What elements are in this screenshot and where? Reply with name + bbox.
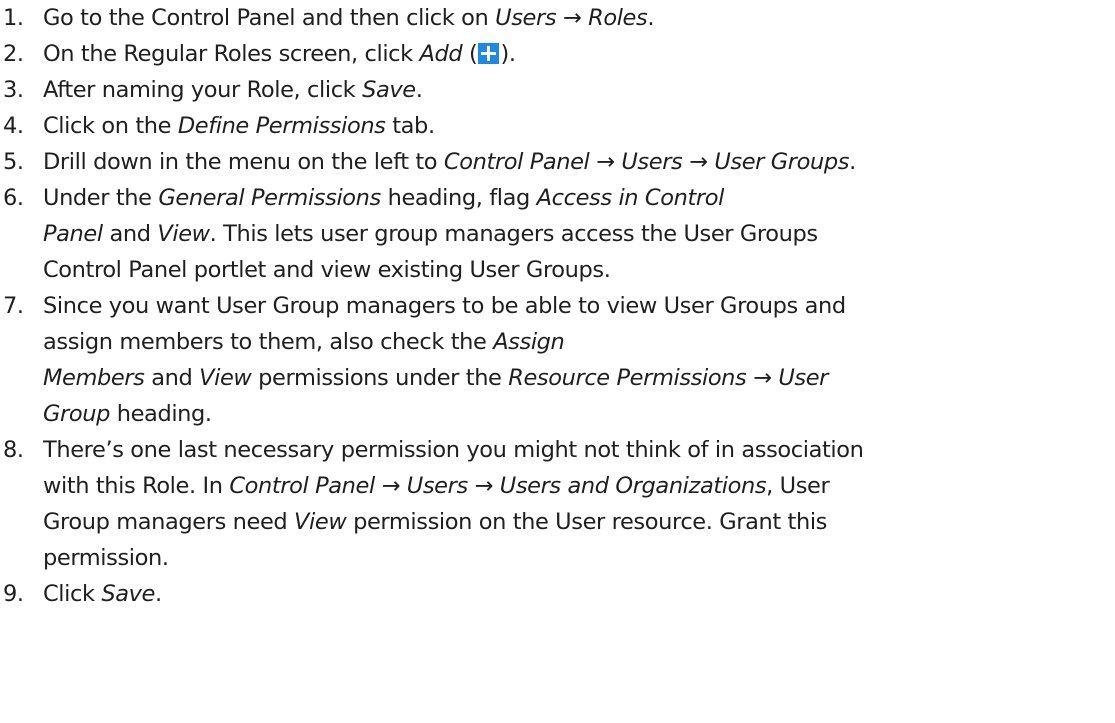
emphasized-term: View <box>199 365 252 391</box>
text-run: tab. <box>385 113 435 139</box>
step-item: 6. Under the General Permissions heading,… <box>3 180 1107 288</box>
steps-list: 1. Go to the Control Panel and then click… <box>3 0 1107 612</box>
text-run: Drill down in the menu on the left to <box>43 149 444 175</box>
text-run: heading, flag <box>380 185 537 211</box>
text-run: Group managers need <box>43 509 295 535</box>
step-text: Click on the Define Permissions tab. <box>43 108 1107 144</box>
text-run: assign members to them, also check the <box>43 329 494 355</box>
step-number: 1. <box>3 5 24 31</box>
emphasized-term: View <box>157 221 210 247</box>
emphasized-term: Define Permissions <box>177 113 386 139</box>
step-text: There’s one last necessary permission yo… <box>43 432 1107 576</box>
text-run: . <box>647 5 655 31</box>
step-item: 5. Drill down in the menu on the left to … <box>3 144 1107 180</box>
text-run: . <box>849 149 856 175</box>
step-item: 9. Click Save. <box>3 576 1107 612</box>
emphasized-term: Save <box>101 581 156 607</box>
text-run: ). <box>500 41 516 67</box>
text-run: Control Panel portlet and view existing … <box>43 257 611 283</box>
step-item: 7. Since you want User Group managers to … <box>3 288 1107 432</box>
step-item: 2. On the Regular Roles screen, click Add… <box>3 36 1107 72</box>
emphasized-term: Users → Roles <box>495 5 648 31</box>
step-item: 4. Click on the Define Permissions tab. <box>3 108 1107 144</box>
text-run: permission. <box>43 545 169 571</box>
text-run: . <box>415 77 423 103</box>
text-run: and <box>144 365 200 391</box>
text-run: , User <box>766 473 830 499</box>
emphasized-term: Add <box>419 41 463 67</box>
text-run: permissions under the <box>251 365 509 391</box>
step-number: 9. <box>3 581 24 607</box>
emphasized-term: Members <box>43 365 145 391</box>
emphasized-term: Control Panel → Users → Users and Organi… <box>229 473 767 499</box>
emphasized-term: Control Panel → Users → User Groups <box>443 149 850 175</box>
text-run: permission on the User resource. Grant t… <box>346 509 827 535</box>
text-run: and <box>102 221 158 247</box>
text-run: Go to the Control Panel and then click o… <box>43 5 496 31</box>
step-item: 8. There’s one last necessary permission … <box>3 432 1107 576</box>
emphasized-term: Access in Control <box>536 185 725 211</box>
step-text: Under the General Permissions heading, f… <box>43 180 1107 288</box>
step-text: Click Save. <box>43 576 1107 612</box>
emphasized-term: View <box>294 509 347 535</box>
text-run: heading. <box>110 401 212 427</box>
add-plus-icon <box>478 43 500 64</box>
step-number: 7. <box>3 293 24 319</box>
step-text: Since you want User Group managers to be… <box>43 288 1107 432</box>
text-run: On the Regular Roles screen, click <box>43 41 420 67</box>
text-run: . <box>155 581 162 607</box>
step-item: 1. Go to the Control Panel and then click… <box>3 0 1107 36</box>
step-number: 5. <box>3 149 24 175</box>
text-run: There’s one last necessary permission yo… <box>43 437 864 463</box>
step-number: 4. <box>3 113 24 139</box>
text-run: Click <box>43 581 102 607</box>
text-run: Click on the <box>43 113 178 139</box>
emphasized-term: Group <box>43 401 110 427</box>
step-item: 3. After naming your Role, click Save. <box>3 72 1107 108</box>
instructions-document: 1. Go to the Control Panel and then click… <box>0 0 1115 723</box>
step-number: 6. <box>3 185 24 211</box>
step-number: 8. <box>3 437 24 463</box>
step-text: Drill down in the menu on the left to Co… <box>43 144 1107 180</box>
emphasized-term: Panel <box>43 221 103 247</box>
text-run: ( <box>462 41 478 67</box>
step-text: After naming your Role, click Save. <box>43 72 1107 108</box>
emphasized-term: General Permissions <box>158 185 381 211</box>
step-number: 3. <box>3 77 24 103</box>
emphasized-term: Save <box>362 77 416 103</box>
text-run: Since you want User Group managers to be… <box>43 293 846 319</box>
step-number: 2. <box>3 41 24 67</box>
text-run: . This lets user group managers access t… <box>209 221 818 247</box>
text-run: with this Role. In <box>43 473 230 499</box>
step-text: Go to the Control Panel and then click o… <box>43 0 1107 36</box>
text-run: Under the <box>43 185 159 211</box>
step-text: On the Regular Roles screen, click Add (… <box>43 36 1107 72</box>
emphasized-term: Assign <box>493 329 565 355</box>
text-run: After naming your Role, click <box>43 77 363 103</box>
emphasized-term: Resource Permissions → User <box>508 365 829 391</box>
